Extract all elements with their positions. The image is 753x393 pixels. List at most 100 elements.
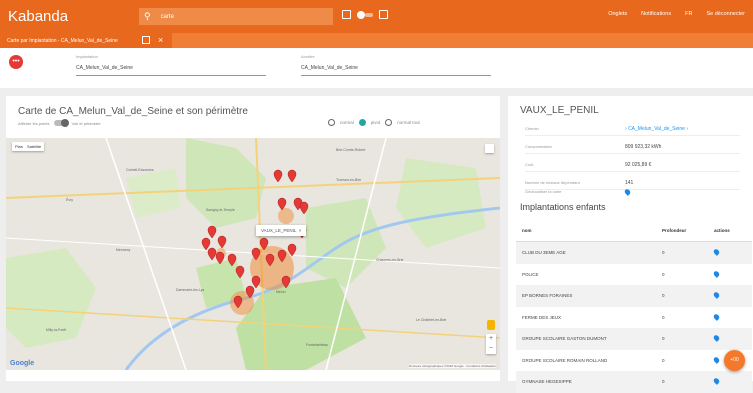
ancestor-label: Ancêtre xyxy=(301,54,315,59)
tab-carte-implantation[interactable]: Carte par Implantation - CA_Melun_Val_de… xyxy=(0,33,172,48)
map-marker[interactable] xyxy=(233,295,243,309)
radio-normal[interactable] xyxy=(328,119,335,126)
map-canvas[interactable]: Corbeil-Essonnes Savigny-le-Temple Tourn… xyxy=(6,138,500,370)
radio-pivot[interactable] xyxy=(358,119,366,126)
row-name: EP BORNES FORAINES xyxy=(522,293,573,299)
floating-action-button[interactable]: +00 xyxy=(724,350,745,371)
map-marker[interactable] xyxy=(207,225,217,239)
map-marker[interactable] xyxy=(217,235,227,249)
selection-form: ••• Implantation CA_Melun_Val_de_Seine A… xyxy=(0,48,753,88)
implantation-value[interactable]: CA_Melun_Val_de_Seine xyxy=(76,65,266,76)
table-header: nom Profondeur actions xyxy=(516,220,752,242)
map-marker[interactable] xyxy=(259,237,269,251)
tabs-menu[interactable]: Onglets xyxy=(608,11,627,17)
close-icon[interactable]: × xyxy=(299,228,302,233)
grid-icon[interactable] xyxy=(342,10,351,19)
map-marker[interactable] xyxy=(227,253,237,267)
language-select[interactable]: FR xyxy=(685,11,692,17)
map-marker[interactable] xyxy=(207,247,217,261)
map-place-label: Tournan-en-Brie xyxy=(336,178,362,182)
calendar-icon[interactable] xyxy=(379,10,388,19)
row-name: CLUB DU 3EME AGE xyxy=(522,250,566,256)
map-type-plan[interactable]: Plan xyxy=(15,144,23,149)
map-marker[interactable] xyxy=(299,201,309,215)
fullscreen-icon[interactable] xyxy=(485,144,494,153)
row-depth: 0 xyxy=(662,336,665,342)
more-options-button[interactable]: ••• xyxy=(9,55,23,69)
implantation-label: Implantation xyxy=(76,54,98,59)
row-name: GYMNASE HEGESIPPE xyxy=(522,379,572,385)
map-marker[interactable] xyxy=(215,251,225,265)
table-row[interactable]: POLICE 0 xyxy=(516,264,752,286)
location-pin-icon[interactable] xyxy=(712,312,744,321)
header-name[interactable]: nom xyxy=(516,228,662,233)
location-pin-icon[interactable] xyxy=(712,248,744,257)
map-marker[interactable] xyxy=(245,285,255,299)
location-pin-icon[interactable] xyxy=(712,334,744,343)
map-place-label: Évry xyxy=(66,198,73,202)
map-marker[interactable] xyxy=(235,265,245,279)
pin-tab-icon[interactable] xyxy=(142,36,150,44)
table-row[interactable]: CLUB DU 3EME AGE 0 xyxy=(516,242,752,264)
header-depth[interactable]: Profondeur xyxy=(662,228,714,233)
location-pin-icon[interactable] xyxy=(623,188,632,197)
search-box[interactable]: ⚲ xyxy=(139,8,333,25)
map-marker[interactable] xyxy=(251,247,261,261)
map-place-label: Dammarie-les-Lys xyxy=(176,288,205,292)
tab-bar: Carte par Implantation - CA_Melun_Val_de… xyxy=(0,33,753,48)
row-name: POLICE xyxy=(522,271,539,277)
table-row[interactable]: GROUPE SCOLAIRE ROMAIN ROLLAND 0 xyxy=(516,350,752,372)
map-marker[interactable] xyxy=(281,275,291,289)
map-type-satellite[interactable]: Satellite xyxy=(27,144,41,149)
radio-normal-tout[interactable] xyxy=(385,119,393,126)
map-place-label: Melun xyxy=(276,290,286,294)
ancestor-value[interactable]: CA_Melun_Val_de_Seine xyxy=(301,65,491,76)
table-row[interactable]: FERME DES JEUX 0 xyxy=(516,307,752,329)
map-marker[interactable] xyxy=(201,237,211,251)
row-name: GROUPE SCOLAIRE GASTON DUMONT xyxy=(522,336,607,342)
app-title[interactable]: Kabanda xyxy=(8,8,138,25)
radio-pivot-label: pivot xyxy=(370,120,381,125)
map-marker[interactable] xyxy=(277,249,287,263)
street-view-icon[interactable] xyxy=(487,320,495,330)
display-mode-radios: normal pivot normal tout xyxy=(328,119,420,126)
table-row[interactable]: GROUPE SCOLAIRE GASTON DUMONT 0 xyxy=(516,328,752,350)
map-type-control: Plan Satellite xyxy=(12,142,45,151)
row-depth: 0 xyxy=(662,379,665,385)
detail-value: 92 025,89 € xyxy=(625,162,652,168)
row-name: FERME DES JEUX xyxy=(522,314,562,320)
map-marker[interactable] xyxy=(287,243,297,257)
search-input[interactable] xyxy=(160,13,311,20)
map-place-label: Fontainebleau xyxy=(306,343,329,347)
show-perimeter-label: Voir le périmètre xyxy=(71,120,101,126)
map-place-label: Corbeil-Essonnes xyxy=(126,168,154,172)
close-icon[interactable]: × xyxy=(158,35,163,45)
notifications-button[interactable]: Notifications xyxy=(641,11,671,17)
zoom-control[interactable]: + − xyxy=(486,334,496,354)
row-depth: 0 xyxy=(662,250,665,256)
logout-link[interactable]: Se déconnecter xyxy=(706,11,745,17)
table-row[interactable]: GYMNASE HEGESIPPE 0 xyxy=(516,371,752,393)
map-marker[interactable] xyxy=(277,197,287,211)
map-panel: Carte de CA_Melun_Val_de_Seine et son pé… xyxy=(6,96,500,381)
table-row[interactable]: EP BORNES FORAINES 0 xyxy=(516,285,752,307)
map-marker[interactable] xyxy=(287,169,297,183)
location-pin-icon[interactable] xyxy=(712,377,744,386)
map-marker[interactable] xyxy=(273,169,283,183)
ancestor-field[interactable]: Ancêtre CA_Melun_Val_de_Seine xyxy=(301,54,491,76)
location-pin-icon[interactable] xyxy=(712,291,744,300)
toolbar-icons xyxy=(342,10,388,19)
mode-toggle[interactable] xyxy=(357,10,373,19)
map-marker[interactable] xyxy=(265,253,275,267)
detail-row-path: Chemin › CA_Melun_Val_de_Seine › xyxy=(525,126,745,136)
detail-panel: VAUX_LE_PENIL Chemin › CA_Melun_Val_de_S… xyxy=(508,96,753,393)
map-attribution[interactable]: Données cartographiques ©2018 Google · C… xyxy=(408,364,496,368)
children-title: Implantations enfants xyxy=(520,202,606,212)
path-link[interactable]: › CA_Melun_Val_de_Seine › xyxy=(625,126,688,132)
map-marker[interactable] xyxy=(251,275,261,289)
implantation-field[interactable]: Implantation CA_Melun_Val_de_Seine xyxy=(76,54,266,76)
show-points-label: Afficher les points xyxy=(18,120,50,126)
location-pin-icon[interactable] xyxy=(712,269,744,278)
detail-value: 141 xyxy=(625,180,634,186)
show-points-toggle[interactable] xyxy=(53,119,69,127)
